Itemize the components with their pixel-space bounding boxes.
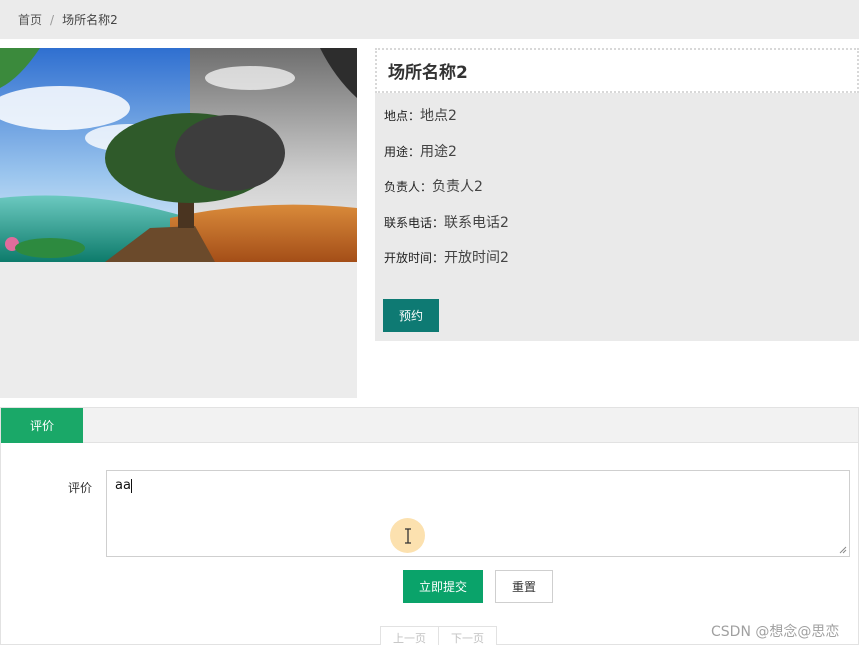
- resize-grip-icon[interactable]: [839, 546, 847, 554]
- reset-button[interactable]: 重置: [495, 570, 553, 603]
- field-value: 联系电话2: [444, 215, 509, 231]
- field-label: 联系电话：: [384, 216, 445, 230]
- breadcrumb-separator: /: [50, 12, 55, 27]
- field-value: 开放时间2: [444, 250, 509, 266]
- field-hours: 开放时间： 开放时间2: [384, 247, 509, 267]
- next-page-button[interactable]: 下一页: [439, 626, 497, 645]
- text-caret: [130, 478, 132, 493]
- review-input[interactable]: aa: [106, 470, 850, 557]
- field-usage: 用途： 用途2: [384, 141, 457, 161]
- submit-button[interactable]: 立即提交: [403, 570, 483, 603]
- field-label: 负责人：: [384, 180, 433, 194]
- field-label: 开放时间：: [384, 251, 445, 265]
- venue-image: [0, 48, 357, 262]
- text-cursor-icon: [390, 518, 425, 553]
- book-button[interactable]: 预约: [383, 299, 439, 332]
- review-input-value: aa: [115, 478, 131, 493]
- field-manager: 负责人： 负责人2: [384, 176, 483, 196]
- venue-title: 场所名称2: [375, 48, 859, 93]
- breadcrumb-home[interactable]: 首页: [18, 11, 42, 28]
- field-value: 用途2: [420, 144, 457, 160]
- field-location: 地点： 地点2: [384, 105, 457, 125]
- venue-info-panel: 场所名称2 地点： 地点2 用途： 用途2 负责人： 负责人2 联系电话： 联系…: [375, 48, 859, 341]
- breadcrumb-current: 场所名称2: [62, 13, 118, 27]
- prev-page-button[interactable]: 上一页: [380, 626, 439, 645]
- pagination: 上一页 下一页: [380, 626, 497, 645]
- field-label: 用途：: [384, 145, 421, 159]
- venue-image-panel: [0, 48, 357, 398]
- field-value: 地点2: [420, 108, 457, 124]
- field-phone: 联系电话： 联系电话2: [384, 212, 509, 232]
- review-label: 评价: [68, 481, 93, 495]
- field-value: 负责人2: [432, 179, 483, 195]
- field-label: 地点：: [384, 109, 421, 123]
- tab-bar: 评价: [1, 408, 858, 443]
- breadcrumb: 首页 / 场所名称2: [0, 0, 859, 39]
- tab-review[interactable]: 评价: [1, 408, 83, 443]
- watermark: CSDN @想念@思恋: [711, 624, 840, 640]
